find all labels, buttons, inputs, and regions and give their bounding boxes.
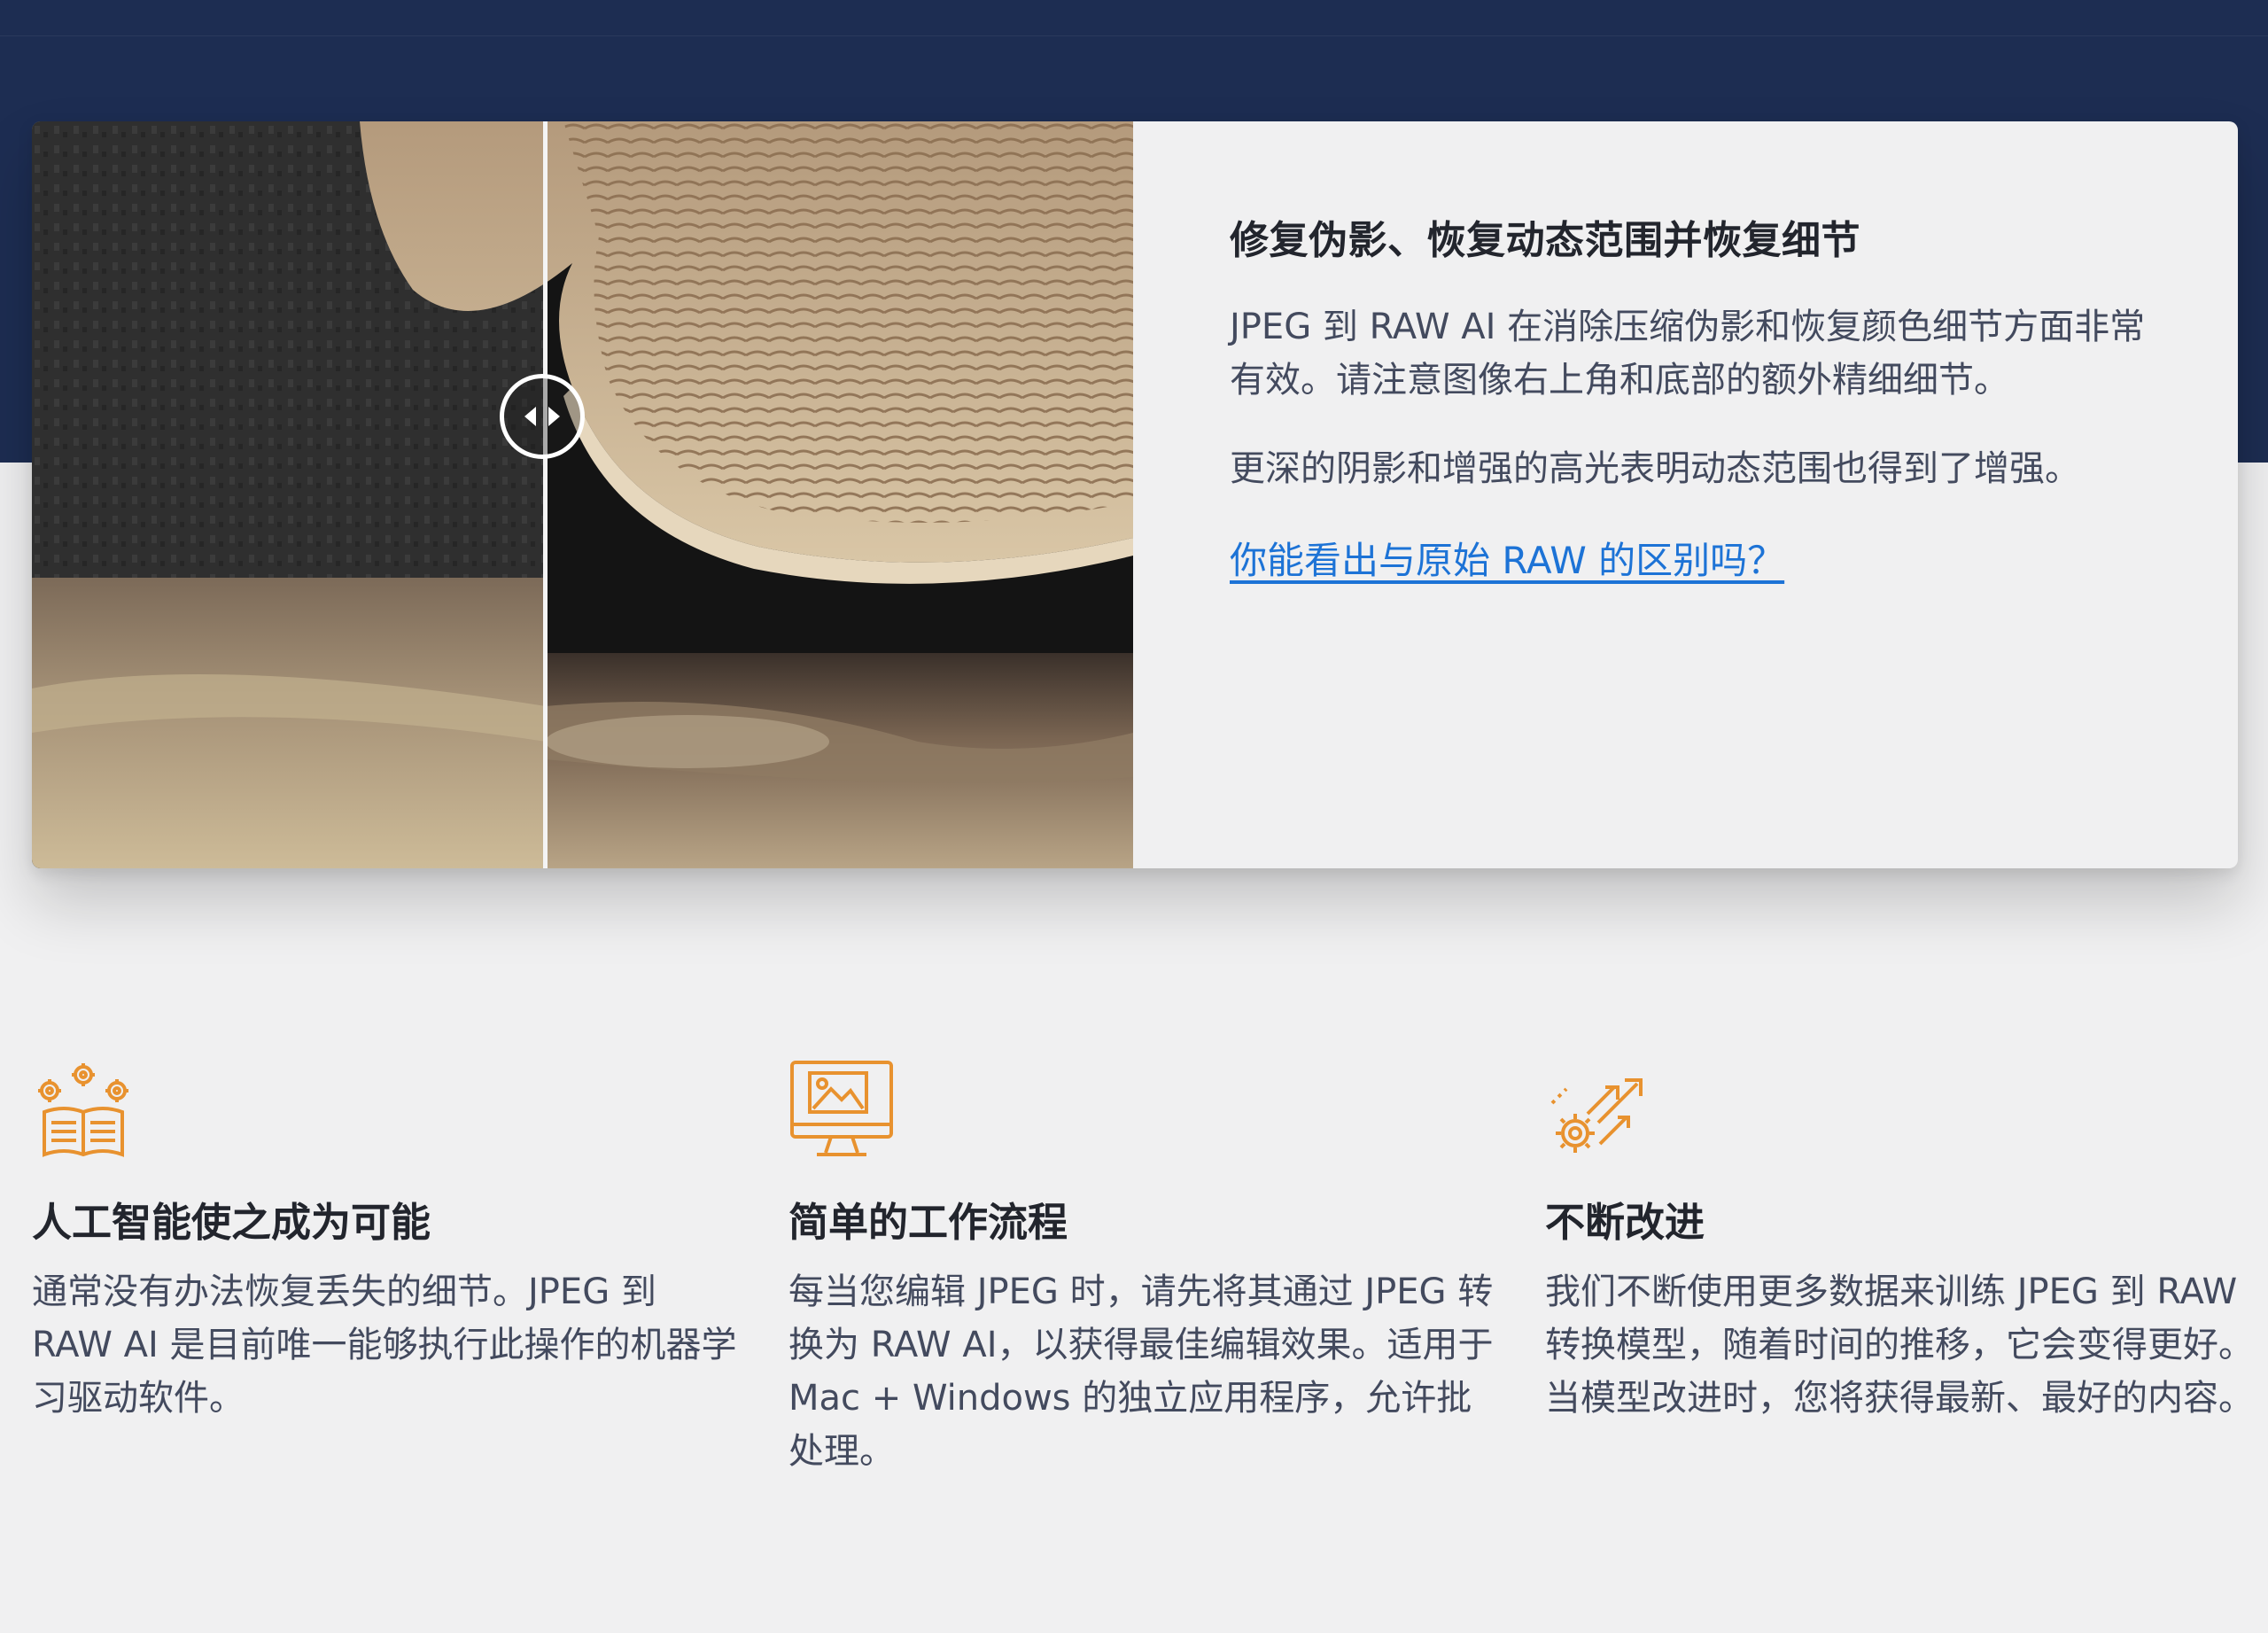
arrow-left-icon (524, 407, 536, 426)
feature-improvement: 不断改进 我们不断使用更多数据来训练 JPEG 到 RAW 转换模型，随着时间的… (1545, 1059, 2254, 1425)
gear-arrows-icon (1550, 1078, 1643, 1153)
description-paragraph-1: JPEG 到 RAW AI 在消除压缩伪影和恢复颜色细节方面非常有效。请注意图像… (1230, 307, 2146, 400)
comparison-card: 修复伪影、恢复动态范围并恢复细节 JPEG 到 RAW AI 在消除压缩伪影和恢… (32, 121, 2238, 868)
feature-description: 每当您编辑 JPEG 时，请先将其通过 JPEG 转换为 RAW AI，以获得最… (788, 1271, 1494, 1472)
description-paragraph-2: 更深的阴影和增强的高光表明动态范围也得到了增强。 (1230, 448, 2080, 489)
feature-workflow: 简单的工作流程 每当您编辑 JPEG 时，请先将其通过 JPEG 转换为 RAW… (788, 1059, 1497, 1478)
slider-divider-line[interactable] (543, 121, 548, 868)
header-divider (0, 35, 2268, 36)
slider-handle[interactable] (500, 374, 585, 459)
feature-title: 简单的工作流程 (788, 1199, 1068, 1246)
feature-description: 通常没有办法恢复丢失的细节。JPEG 到 RAW AI 是目前唯一能够执行此操作… (32, 1271, 737, 1419)
gears-book-icon (38, 1063, 128, 1157)
section-heading: 修复伪影、恢复动态范围并恢复细节 (1230, 218, 1860, 263)
feature-title: 人工智能使之成为可能 (32, 1199, 431, 1246)
feature-title: 不断改进 (1545, 1199, 1705, 1246)
arrow-right-icon (548, 407, 560, 426)
mushroom-comparison-image (32, 121, 1133, 868)
monitor-image-icon (790, 1061, 893, 1156)
compare-raw-link[interactable]: 你能看出与原始 RAW 的区别吗？ (1230, 539, 1784, 582)
feature-description: 我们不断使用更多数据来训练 JPEG 到 RAW 转换模型，随着时间的推移，它会… (1545, 1271, 2254, 1419)
feature-ai: 人工智能使之成为可能 通常没有办法恢复丢失的细节。JPEG 到 RAW AI 是… (32, 1059, 741, 1425)
before-after-image-slider[interactable] (32, 121, 1133, 868)
feature-description-panel: 修复伪影、恢复动态范围并恢复细节 JPEG 到 RAW AI 在消除压缩伪影和恢… (1230, 208, 2169, 585)
